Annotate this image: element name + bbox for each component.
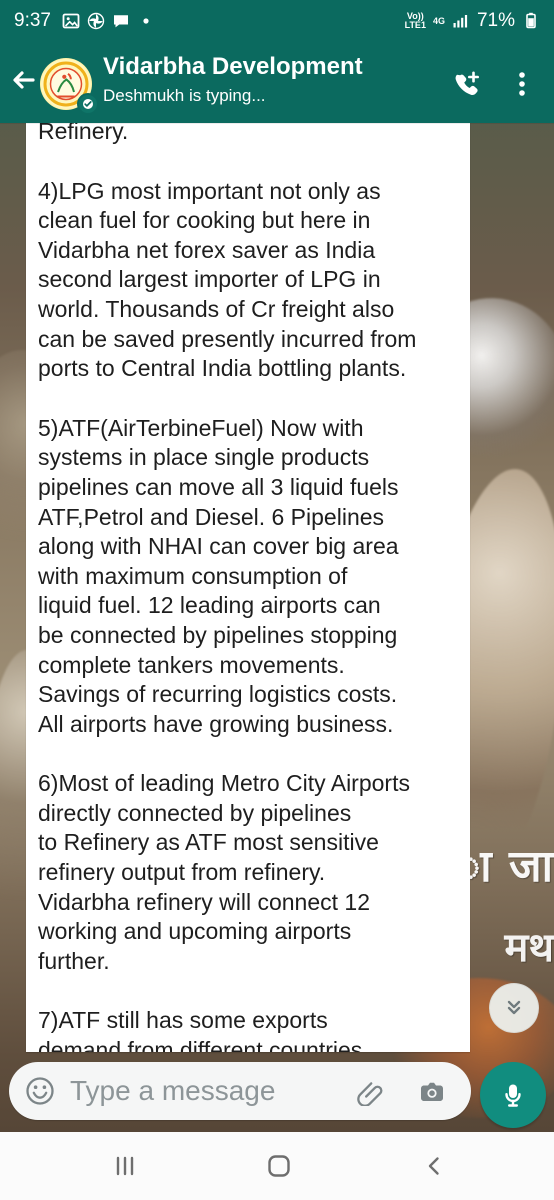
voice-message-button[interactable] [480,1062,546,1128]
back-arrow-icon [9,66,37,94]
back-icon [419,1151,449,1181]
message-paragraph-5: 7)ATF still has some exports demand from… [38,1007,363,1052]
recents-icon [110,1151,140,1181]
community-badge-icon [77,93,99,115]
add-call-icon [449,68,481,100]
mic-icon [498,1080,528,1110]
back-button[interactable] [8,65,38,95]
recents-button[interactable] [103,1148,147,1184]
dot-icon [137,12,155,30]
signal-icon [452,12,470,30]
home-button[interactable] [257,1148,301,1184]
android-back-button[interactable] [412,1148,456,1184]
emoji-icon [25,1076,55,1106]
battery-icon [522,12,540,30]
typing-status: Deshmukh is typing... [103,86,266,105]
message-paragraph-1: Refinery. [38,123,129,144]
chat-header-text[interactable]: Vidarbha Development Deshmukh is typing.… [103,53,423,106]
message-input[interactable] [70,1062,340,1120]
scroll-down-icon [502,996,526,1020]
message-icon [112,12,130,30]
status-right-group: Vo)) LTE1 4G 71% [405,0,540,42]
chat-title: Vidarbha Development [103,53,363,80]
status-left-group: 9:37 [14,0,155,42]
home-icon [264,1151,294,1181]
message-bubble: Refinery. 4)LPG most important not only … [26,123,470,1052]
gallery-icon [62,12,80,30]
composer-area [0,1052,554,1132]
pinwheel-icon [87,12,105,30]
attach-icon [355,1076,385,1106]
camera-icon [417,1076,447,1106]
camera-button[interactable] [415,1074,449,1108]
status-time: 9:37 [14,10,51,31]
message-composer [9,1062,471,1120]
emoji-button[interactable] [23,1074,57,1108]
attach-button[interactable] [353,1074,387,1108]
message-paragraph-3: 5)ATF(AirTerbineFuel) Now with systems i… [38,414,399,737]
chat-screen: ा जा मथ 9:37 Vo)) LTE1 4G 71% Vidarbha D… [0,0,554,1200]
status-bar: 9:37 Vo)) LTE1 4G 71% [0,0,554,42]
system-navigation-bar [0,1132,554,1200]
scroll-down-button[interactable] [489,983,539,1033]
message-paragraph-4: 6)Most of leading Metro City Airports di… [38,770,410,974]
more-options-button[interactable] [510,67,534,101]
add-call-button[interactable] [448,67,482,101]
message-paragraph-2: 4)LPG most important not only as clean f… [38,177,417,382]
battery-percentage: 71% [476,10,515,31]
network-type-label: 4G [432,15,445,26]
chat-header: Vidarbha Development Deshmukh is typing.… [0,42,554,123]
background-overlay-text-2: मथ [504,925,554,971]
more-vert-icon [518,70,526,98]
network-line2: LTE1 [404,20,426,30]
network-labels: Vo)) LTE1 [405,12,426,30]
message-content: Refinery. 4)LPG most important not only … [38,123,462,1052]
